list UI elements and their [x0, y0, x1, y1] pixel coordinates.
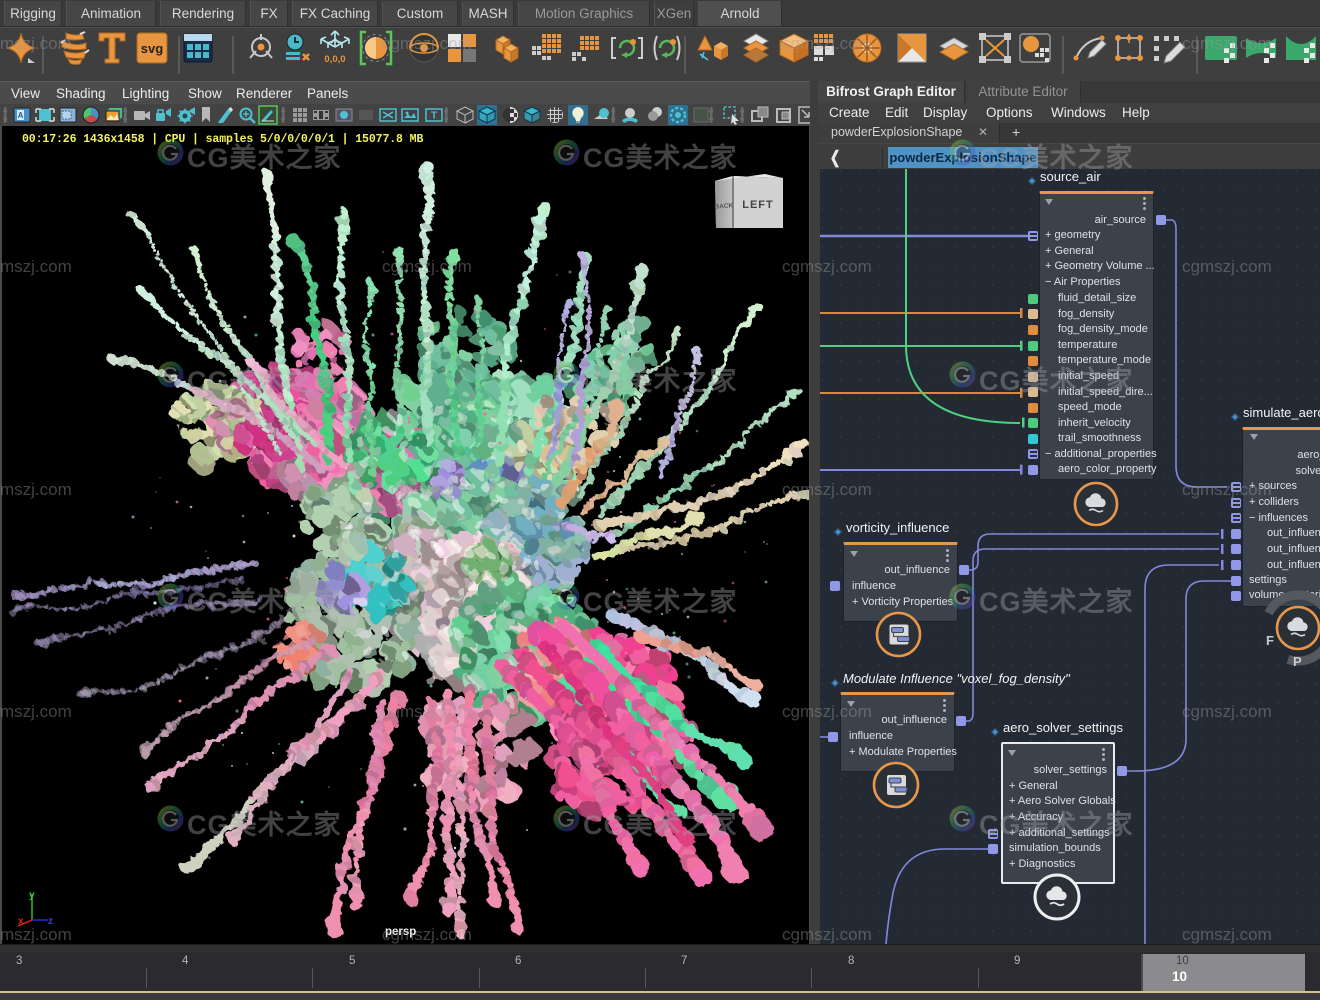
svg-text:svg: svg	[141, 41, 163, 56]
svg-text:A: A	[18, 111, 24, 120]
svg-text:T: T	[431, 111, 437, 122]
svg-text:0,0,0: 0,0,0	[324, 54, 345, 65]
